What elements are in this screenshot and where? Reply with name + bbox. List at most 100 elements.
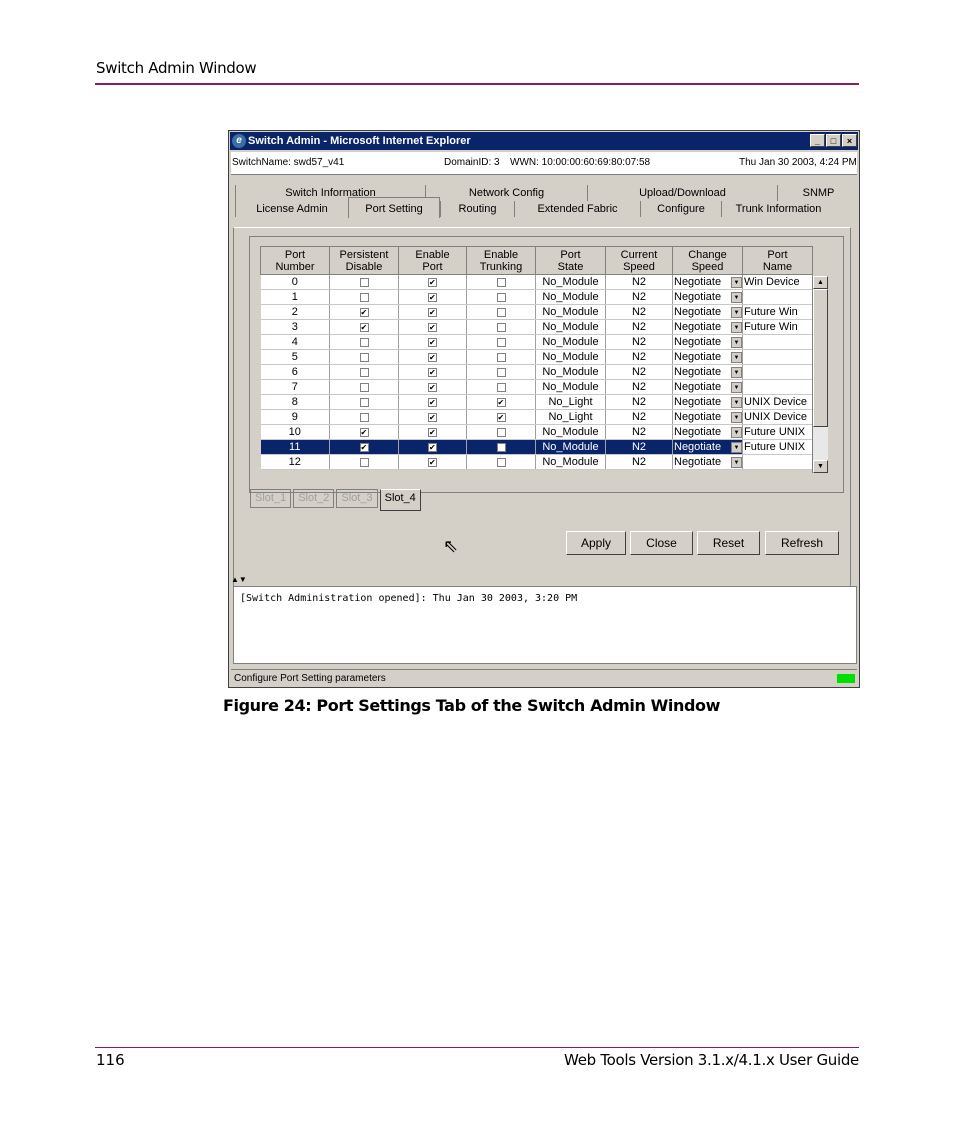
table-row[interactable]: 0 No_ModuleN2Negotiate ▼Win Device (260, 274, 813, 290)
chevron-down-icon[interactable]: ▼ (731, 456, 742, 468)
chevron-down-icon[interactable]: ▼ (731, 291, 742, 303)
persistent-disable-checkbox[interactable] (359, 367, 369, 377)
enable-port-checkbox[interactable] (428, 277, 437, 287)
table-row[interactable]: 2 No_ModuleN2Negotiate ▼Future Win (260, 304, 813, 320)
enable-port-checkbox[interactable] (428, 412, 437, 422)
enable-port-checkbox[interactable] (428, 457, 437, 467)
port-name-field[interactable]: Future UNIX (742, 424, 813, 440)
tab-snmp[interactable]: SNMP (777, 185, 859, 201)
chevron-down-icon[interactable]: ▼ (731, 396, 742, 408)
persistent-disable-checkbox[interactable] (359, 412, 369, 422)
close-window-button[interactable]: × (842, 134, 857, 147)
title-bar[interactable]: e Switch Admin - Microsoft Internet Expl… (230, 132, 858, 150)
enable-port-checkbox[interactable] (428, 337, 437, 347)
change-speed-select[interactable]: Negotiate ▼ (672, 319, 743, 335)
port-name-field[interactable]: UNIX Device (742, 394, 813, 410)
enable-port-checkbox[interactable] (428, 397, 437, 407)
column-header[interactable]: Change Speed (672, 246, 743, 275)
table-row[interactable]: 3 No_ModuleN2Negotiate ▼Future Win (260, 319, 813, 335)
enable-port-checkbox[interactable] (428, 307, 437, 317)
chevron-down-icon[interactable]: ▼ (731, 351, 742, 363)
slot-tab-4[interactable]: Slot_4 (379, 489, 421, 511)
table-row[interactable]: 7 No_ModuleN2Negotiate ▼ (260, 379, 813, 395)
change-speed-select[interactable]: Negotiate ▼ (672, 379, 743, 395)
change-speed-select[interactable]: Negotiate ▼ (672, 349, 743, 365)
column-header[interactable]: Port State (535, 246, 606, 275)
enable-port-checkbox[interactable] (428, 442, 437, 452)
table-row[interactable]: 10 No_ModuleN2Negotiate ▼Future UNIX (260, 424, 813, 440)
chevron-down-icon[interactable]: ▼ (731, 441, 742, 453)
tab-network-config[interactable]: Network Config (425, 185, 587, 201)
change-speed-select[interactable]: Negotiate ▼ (672, 289, 743, 305)
column-header[interactable]: Port Name (742, 246, 813, 275)
change-speed-select[interactable]: Negotiate ▼ (672, 274, 743, 290)
enable-port-checkbox[interactable] (428, 322, 437, 332)
persistent-disable-checkbox[interactable] (359, 382, 369, 392)
tab-upload-download[interactable]: Upload/Download (587, 185, 777, 201)
table-scrollbar[interactable]: ▲ ▼ (812, 276, 828, 473)
change-speed-select[interactable]: Negotiate ▼ (672, 364, 743, 380)
slot-tab-2[interactable]: Slot_2 (293, 489, 335, 508)
table-row[interactable]: 12 No_ModuleN2Negotiate ▼ (260, 454, 813, 470)
chevron-down-icon[interactable]: ▼ (731, 411, 742, 423)
enable-port-checkbox[interactable] (428, 427, 437, 437)
enable-trunking-checkbox[interactable] (496, 277, 506, 287)
chevron-down-icon[interactable]: ▼ (731, 321, 742, 333)
chevron-down-icon[interactable]: ▼ (731, 366, 742, 378)
maximize-button[interactable]: □ (826, 134, 841, 147)
chevron-down-icon[interactable]: ▼ (731, 276, 742, 288)
enable-trunking-checkbox[interactable] (496, 412, 506, 422)
enable-trunking-checkbox[interactable] (496, 292, 506, 302)
persistent-disable-checkbox[interactable] (359, 322, 369, 332)
column-header[interactable]: Enable Trunking (466, 246, 536, 275)
chevron-down-icon[interactable]: ▼ (731, 306, 742, 318)
enable-trunking-checkbox[interactable] (496, 457, 506, 467)
column-header[interactable]: Enable Port (398, 246, 467, 275)
persistent-disable-checkbox[interactable] (359, 427, 369, 437)
enable-trunking-checkbox[interactable] (496, 382, 506, 392)
slot-tab-3[interactable]: Slot_3 (336, 489, 378, 508)
enable-trunking-checkbox[interactable] (496, 322, 506, 332)
enable-trunking-checkbox[interactable] (496, 307, 506, 317)
enable-trunking-checkbox[interactable] (496, 427, 506, 437)
enable-trunking-checkbox[interactable] (496, 367, 506, 377)
change-speed-select[interactable]: Negotiate ▼ (672, 304, 743, 320)
port-name-field[interactable]: Future Win (742, 304, 813, 320)
tab-license-admin[interactable]: License Admin (235, 201, 348, 217)
port-name-field[interactable] (742, 289, 813, 305)
change-speed-select[interactable]: Negotiate ▼ (672, 409, 743, 425)
table-row[interactable]: 4 No_ModuleN2Negotiate ▼ (260, 334, 813, 350)
scroll-up-icon[interactable]: ▲ (813, 276, 828, 289)
chevron-down-icon[interactable]: ▼ (731, 426, 742, 438)
chevron-down-icon[interactable]: ▼ (731, 336, 742, 348)
table-row[interactable]: 8 No_LightN2Negotiate ▼UNIX Device (260, 394, 813, 410)
enable-port-checkbox[interactable] (428, 382, 437, 392)
enable-trunking-checkbox[interactable] (496, 397, 506, 407)
tab-extended-fabric[interactable]: Extended Fabric (514, 201, 640, 217)
table-row[interactable]: 5 No_ModuleN2Negotiate ▼ (260, 349, 813, 365)
scroll-down-icon[interactable]: ▼ (813, 460, 828, 473)
tab-routing[interactable]: Routing (440, 201, 514, 217)
chevron-down-icon[interactable]: ▼ (731, 381, 742, 393)
port-name-field[interactable] (742, 334, 813, 350)
enable-port-checkbox[interactable] (428, 292, 437, 302)
apply-button[interactable]: Apply (566, 531, 626, 555)
column-header[interactable]: Current Speed (605, 246, 673, 275)
persistent-disable-checkbox[interactable] (359, 397, 369, 407)
port-name-field[interactable]: Win Device (742, 274, 813, 290)
enable-trunking-checkbox[interactable] (496, 352, 506, 362)
refresh-button[interactable]: Refresh (765, 531, 839, 555)
minimize-button[interactable]: _ (810, 134, 825, 147)
persistent-disable-checkbox[interactable] (359, 307, 369, 317)
table-row[interactable]: 9 No_LightN2Negotiate ▼UNIX Device (260, 409, 813, 425)
port-name-field[interactable] (742, 349, 813, 365)
persistent-disable-checkbox[interactable] (359, 292, 369, 302)
persistent-disable-checkbox[interactable] (359, 337, 369, 347)
column-header[interactable]: Persistent Disable (329, 246, 399, 275)
slot-tab-1[interactable]: Slot_1 (250, 489, 292, 508)
enable-port-checkbox[interactable] (428, 367, 437, 377)
change-speed-select[interactable]: Negotiate ▼ (672, 334, 743, 350)
scroll-thumb[interactable] (813, 289, 828, 427)
persistent-disable-checkbox[interactable] (359, 352, 369, 362)
persistent-disable-checkbox[interactable] (359, 457, 369, 467)
